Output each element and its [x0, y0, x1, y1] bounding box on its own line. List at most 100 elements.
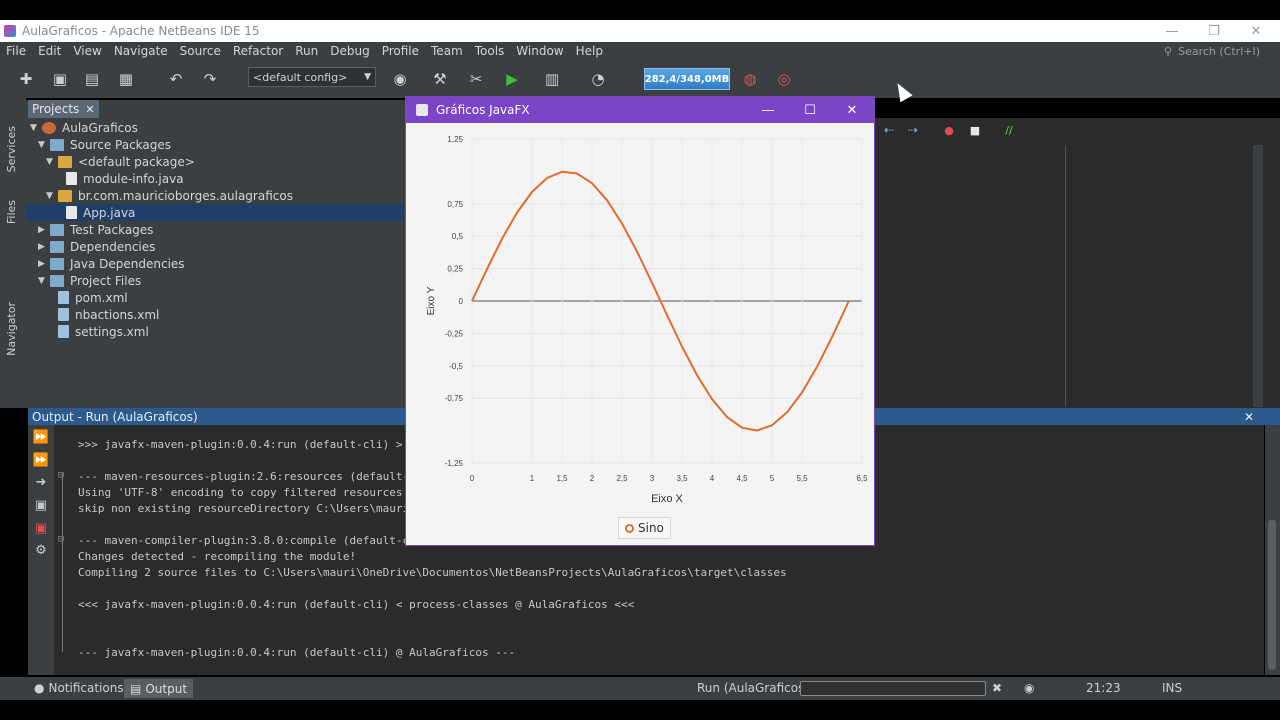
clear-icon[interactable]: ▣: [33, 520, 49, 536]
tree-node-default-package[interactable]: ▼ <default package>: [46, 153, 195, 170]
search-box[interactable]: ⚲ Search (Ctrl+I): [1164, 42, 1260, 60]
editor-scrollbar[interactable]: [1253, 145, 1263, 407]
expand-right-icon[interactable]: ▶: [38, 225, 50, 235]
tree-node-app-java[interactable]: App.java: [26, 204, 404, 221]
package-icon: [58, 155, 72, 168]
profile-icon[interactable]: ◔: [588, 69, 608, 89]
y-tick-label: 0,25: [447, 265, 463, 274]
console-line: --- maven-resources-plugin:2.6:resources…: [78, 470, 410, 483]
tree-node-settings-xml[interactable]: settings.xml: [58, 323, 149, 340]
profiler-snapshot-icon[interactable]: ◎: [774, 69, 794, 89]
open-project-icon[interactable]: ▤: [82, 69, 102, 89]
menu-file[interactable]: File: [0, 44, 32, 58]
tree-node-test-packages[interactable]: ▶ Test Packages: [38, 221, 153, 238]
settings-icon[interactable]: ⚙: [33, 542, 49, 558]
menu-help[interactable]: Help: [570, 44, 609, 58]
expand-down-icon[interactable]: ▼: [38, 276, 50, 286]
notification-count-icon[interactable]: ◉: [1024, 681, 1034, 695]
arrow-right-icon[interactable]: ➜: [33, 474, 49, 490]
menu-source[interactable]: Source: [174, 44, 227, 58]
debug-icon[interactable]: ▥: [542, 69, 562, 89]
tab-services[interactable]: Services: [5, 126, 18, 172]
new-file-icon[interactable]: ✚: [16, 69, 36, 89]
fx-minimize-button[interactable]: —: [748, 97, 788, 123]
search-input[interactable]: Search (Ctrl+I): [1178, 45, 1260, 58]
menu-edit[interactable]: Edit: [32, 44, 67, 58]
notifications-tab[interactable]: ● Notifications: [34, 681, 124, 695]
run-icon[interactable]: ▶: [502, 69, 522, 89]
rerun-icon[interactable]: ⏩: [33, 429, 49, 445]
output-title: Output - Run (AulaGraficos): [32, 409, 198, 424]
menu-window[interactable]: Window: [510, 44, 569, 58]
stop-macro-icon[interactable]: ■: [965, 120, 985, 140]
cancel-run-icon[interactable]: ✖: [992, 681, 1002, 695]
menu-team[interactable]: Team: [425, 44, 469, 58]
gc-icon[interactable]: ◍: [740, 69, 760, 89]
java-app-icon: [416, 104, 428, 116]
memory-indicator[interactable]: 282,4/348,0MB: [644, 68, 730, 90]
forward-icon[interactable]: ⇢: [903, 120, 923, 140]
menu-debug[interactable]: Debug: [324, 44, 375, 58]
build-icon[interactable]: ⚒: [430, 69, 450, 89]
y-tick-label: -1,25: [445, 459, 464, 468]
fx-maximize-button[interactable]: ☐: [790, 97, 830, 123]
y-tick-label: 0,5: [452, 232, 464, 241]
restore-button[interactable]: ❐: [1192, 20, 1236, 42]
redo-icon[interactable]: ↷: [200, 69, 220, 89]
clean-build-icon[interactable]: ✂: [466, 69, 486, 89]
project-icon: [42, 121, 56, 134]
console-line: skip non existing resourceDirectory C:\U…: [78, 502, 410, 515]
comment-icon[interactable]: //: [999, 120, 1019, 140]
y-tick-label: -0,75: [445, 394, 464, 403]
output-tab[interactable]: ▤ Output: [124, 679, 194, 698]
tree-node-java-dependencies[interactable]: ▶ Java Dependencies: [38, 255, 185, 272]
output-scrollbar-thumb[interactable]: [1268, 520, 1276, 670]
tree-node-project-files[interactable]: ▼ Project Files: [38, 272, 141, 289]
expand-right-icon[interactable]: ▶: [38, 242, 50, 252]
fx-close-button[interactable]: ✕: [832, 97, 872, 123]
tree-node-source-packages[interactable]: ▼ Source Packages: [38, 136, 171, 153]
expand-down-icon[interactable]: ▼: [46, 157, 58, 167]
menu-view[interactable]: View: [67, 44, 107, 58]
maven-file-icon: [58, 291, 69, 304]
menu-run[interactable]: Run: [289, 44, 324, 58]
tree-node-pom-xml[interactable]: pom.xml: [58, 289, 128, 306]
expand-right-icon[interactable]: ▶: [38, 259, 50, 269]
tree-node-aulagraficos[interactable]: ▼ AulaGraficos: [30, 119, 138, 136]
tab-projects[interactable]: Projects ✕: [28, 100, 99, 118]
new-project-icon[interactable]: ▣: [50, 69, 70, 89]
globe-icon[interactable]: ◉: [390, 69, 410, 89]
close-icon[interactable]: ✕: [1244, 410, 1254, 424]
menu-navigate[interactable]: Navigate: [108, 44, 174, 58]
rerun-with-params-icon[interactable]: ⏩: [33, 452, 49, 468]
tree-node-module-info[interactable]: module-info.java: [66, 170, 184, 187]
tab-files[interactable]: Files: [5, 200, 18, 224]
record-macro-icon[interactable]: ●: [939, 120, 959, 140]
run-status-label: Run (AulaGraficos): [697, 681, 810, 695]
menu-tools[interactable]: Tools: [469, 44, 511, 58]
javafx-title-bar[interactable]: Gráficos JavaFX — ☐ ✕: [406, 97, 874, 123]
save-all-icon[interactable]: ▦: [116, 69, 136, 89]
undo-icon[interactable]: ↶: [166, 69, 186, 89]
config-select[interactable]: <default config> ▼: [248, 67, 376, 87]
expand-down-icon[interactable]: ▼: [30, 123, 42, 133]
x-tick-label: 6,5: [856, 474, 868, 483]
menu-refactor[interactable]: Refactor: [227, 44, 289, 58]
tree-node-nbactions-xml[interactable]: nbactions.xml: [58, 306, 159, 323]
tree-node-dependencies[interactable]: ▶ Dependencies: [38, 238, 155, 255]
menu-profile[interactable]: Profile: [376, 44, 425, 58]
expand-down-icon[interactable]: ▼: [38, 140, 50, 150]
close-button[interactable]: ✕: [1234, 20, 1278, 42]
javafx-window[interactable]: Gráficos JavaFX — ☐ ✕ 1,25 0,75 0,5 0,25 0 -0…: [405, 96, 875, 546]
tab-navigator[interactable]: Navigator: [5, 302, 18, 356]
y-axis-label: Eixo Y: [426, 286, 437, 315]
sine-line-chart: 1,25 0,75 0,5 0,25 0 -0,25 -0,5 -0,75 -1,25 0 1 1,5…: [426, 135, 868, 505]
back-icon[interactable]: ⇠: [879, 120, 899, 140]
y-tick-label: -0,25: [445, 329, 464, 338]
stop-icon[interactable]: ▣: [33, 497, 49, 513]
close-icon[interactable]: ✕: [85, 103, 94, 116]
tree-node-aulagraficos-package[interactable]: ▼ br.com.mauricioborges.aulagraficos: [46, 187, 293, 204]
editor-area[interactable]: ⇠ ⇢ ● ■ //: [875, 118, 1280, 408]
minimize-button[interactable]: —: [1150, 20, 1194, 42]
expand-down-icon[interactable]: ▼: [46, 191, 58, 201]
